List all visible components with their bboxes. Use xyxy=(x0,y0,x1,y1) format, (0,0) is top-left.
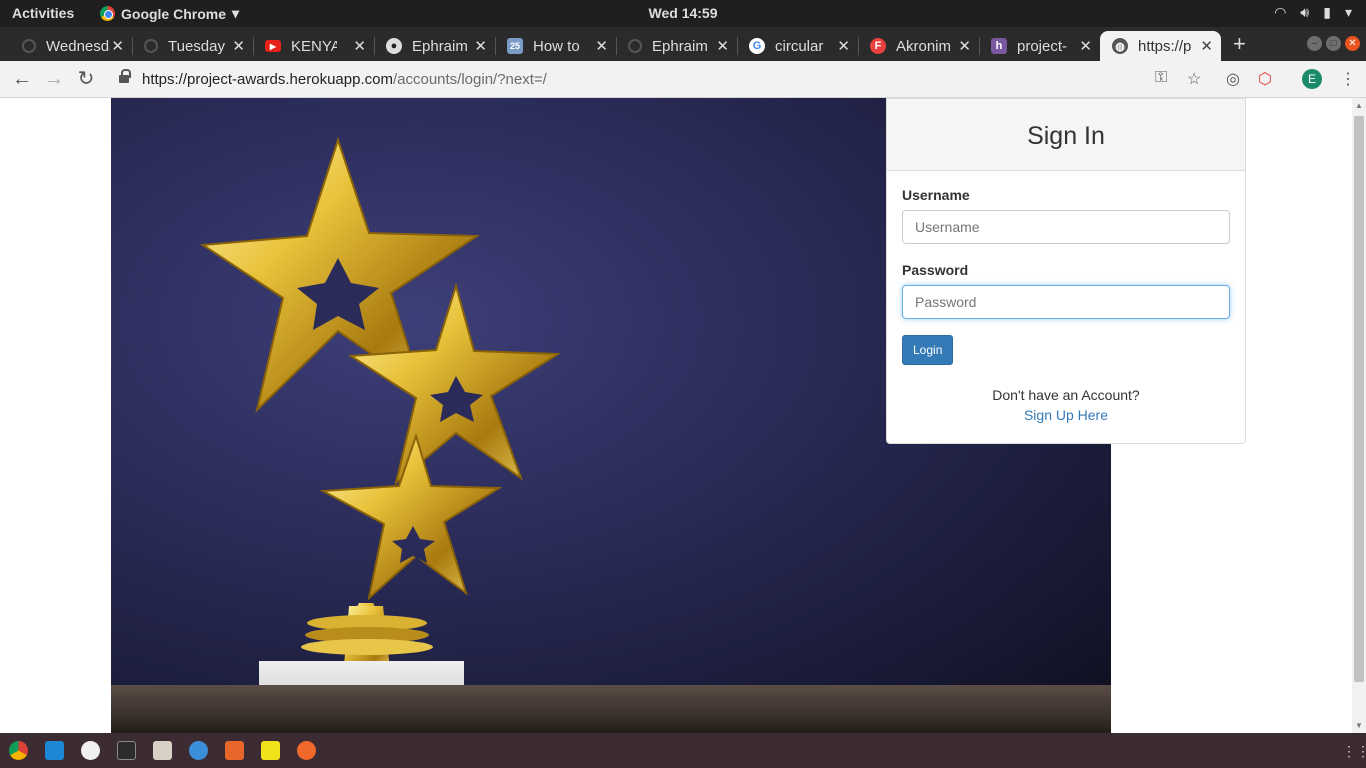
menu-icon[interactable]: ⋮ xyxy=(1340,69,1356,89)
password-field[interactable] xyxy=(902,285,1230,319)
volume-icon: 🔊︎ xyxy=(1300,4,1310,20)
page-title: Sign In xyxy=(887,99,1245,171)
close-icon[interactable]: ✕ xyxy=(958,37,971,55)
extension-icon[interactable]: ⬡ xyxy=(1258,69,1272,89)
dock: ⋮⋮⋮ xyxy=(0,733,1366,768)
chevron-down-icon: ▾ xyxy=(1344,4,1352,20)
notes-icon[interactable] xyxy=(261,741,280,760)
software-center-icon[interactable] xyxy=(225,741,244,760)
close-icon[interactable]: ✕ xyxy=(716,37,729,55)
close-icon[interactable]: ✕ xyxy=(837,37,850,55)
tab[interactable]: F Akronim ✕ xyxy=(858,31,980,61)
close-icon[interactable]: ✕ xyxy=(353,37,366,55)
username-field[interactable] xyxy=(902,210,1230,244)
loading-icon xyxy=(144,39,158,53)
battery-icon: ▮ xyxy=(1323,4,1331,20)
key-icon[interactable]: ⚿ xyxy=(1155,69,1167,87)
chrome-icon[interactable] xyxy=(9,741,28,760)
google-icon: G xyxy=(749,38,765,54)
apps-grid-icon[interactable]: ⋮⋮⋮ xyxy=(1342,743,1366,760)
no-account-text: Don't have an Account? xyxy=(992,387,1140,403)
close-icon[interactable]: ✕ xyxy=(111,37,124,55)
scroll-up-icon[interactable]: ▲ xyxy=(1355,101,1363,110)
scrollbar[interactable]: ▲ ▼ xyxy=(1352,98,1366,733)
wooden-table xyxy=(111,685,1111,733)
browser-toolbar: ← → ↻ https://project-awards.herokuapp.c… xyxy=(0,61,1366,98)
login-panel: Sign In Username Password Login Don't ha… xyxy=(886,98,1246,444)
tab[interactable]: G circular ✕ xyxy=(737,31,859,61)
lock-icon[interactable] xyxy=(119,69,131,84)
login-button[interactable]: Login xyxy=(902,335,954,365)
tab[interactable]: ▶ KENYA ✕ xyxy=(253,31,375,61)
back-button[interactable]: ← xyxy=(10,67,34,91)
tab[interactable]: h project- ✕ xyxy=(979,31,1100,61)
scrollbar-thumb[interactable] xyxy=(1354,116,1364,682)
help-icon[interactable] xyxy=(189,741,208,760)
terminal-icon[interactable] xyxy=(117,741,136,760)
globe-icon: ◍ xyxy=(1112,38,1128,54)
font-icon: F xyxy=(870,38,886,54)
scroll-down-icon[interactable]: ▼ xyxy=(1355,721,1363,730)
page-content: Sign In Username Password Login Don't ha… xyxy=(0,98,1352,733)
calendar-25-icon: 25 xyxy=(507,38,523,54)
loading-icon xyxy=(628,39,642,53)
activities-button[interactable]: Activities xyxy=(12,5,74,21)
system-tray[interactable]: ◠ 🔊︎ ▮ ▾ xyxy=(1274,4,1352,21)
tab[interactable]: 25 How to ✕ xyxy=(495,31,617,61)
app-name: Google Chrome xyxy=(121,5,227,22)
extension-icon[interactable]: ◎ xyxy=(1226,69,1240,89)
tab[interactable]: Tuesday ✕ xyxy=(132,31,254,61)
system-top-bar: Activities Google Chrome ▾ Wed 14:59 ◠ 🔊… xyxy=(0,0,1366,27)
slack-icon[interactable] xyxy=(81,741,100,760)
github-icon: ● xyxy=(386,38,402,54)
vscode-icon[interactable] xyxy=(45,741,64,760)
close-icon[interactable]: ✕ xyxy=(232,37,245,55)
maximize-button[interactable]: □ xyxy=(1326,36,1341,51)
tab[interactable]: ● Ephraim ✕ xyxy=(374,31,496,61)
loading-icon xyxy=(22,39,36,53)
tab-active[interactable]: ◍ https://p ✕ xyxy=(1100,31,1221,61)
star-icon[interactable]: ☆ xyxy=(1187,69,1201,89)
files-icon[interactable] xyxy=(153,741,172,760)
tab-strip: Wednesday ✕ Tuesday ✕ ▶ KENYA ✕ ● Ephrai… xyxy=(0,27,1366,61)
signup-link[interactable]: Sign Up Here xyxy=(1024,407,1108,423)
tab[interactable]: Ephraim ✕ xyxy=(616,31,738,61)
minimize-button[interactable]: – xyxy=(1307,36,1322,51)
chevron-down-icon: ▾ xyxy=(232,5,240,21)
username-label: Username xyxy=(902,187,970,203)
tab[interactable]: Wednesday ✕ xyxy=(10,31,133,61)
new-tab-button[interactable]: + xyxy=(1233,31,1246,57)
postman-icon[interactable] xyxy=(297,741,316,760)
app-menu[interactable]: Google Chrome ▾ xyxy=(100,5,239,22)
heroku-icon: h xyxy=(991,38,1007,54)
window-controls: – □ ✕ xyxy=(1307,36,1360,51)
close-icon[interactable]: ✕ xyxy=(1200,37,1213,55)
close-icon[interactable]: ✕ xyxy=(595,37,608,55)
close-window-button[interactable]: ✕ xyxy=(1345,36,1360,51)
reload-button[interactable]: ↻ xyxy=(74,67,98,91)
forward-button[interactable]: → xyxy=(42,67,66,91)
chrome-icon xyxy=(100,6,115,21)
address-bar[interactable]: https://project-awards.herokuapp.com/acc… xyxy=(142,71,547,88)
password-label: Password xyxy=(902,262,969,278)
close-icon[interactable]: ✕ xyxy=(474,37,487,55)
youtube-icon: ▶ xyxy=(265,40,281,52)
avatar[interactable]: E xyxy=(1302,69,1322,89)
close-icon[interactable]: ✕ xyxy=(1079,37,1092,55)
wifi-icon: ◠ xyxy=(1274,4,1287,20)
